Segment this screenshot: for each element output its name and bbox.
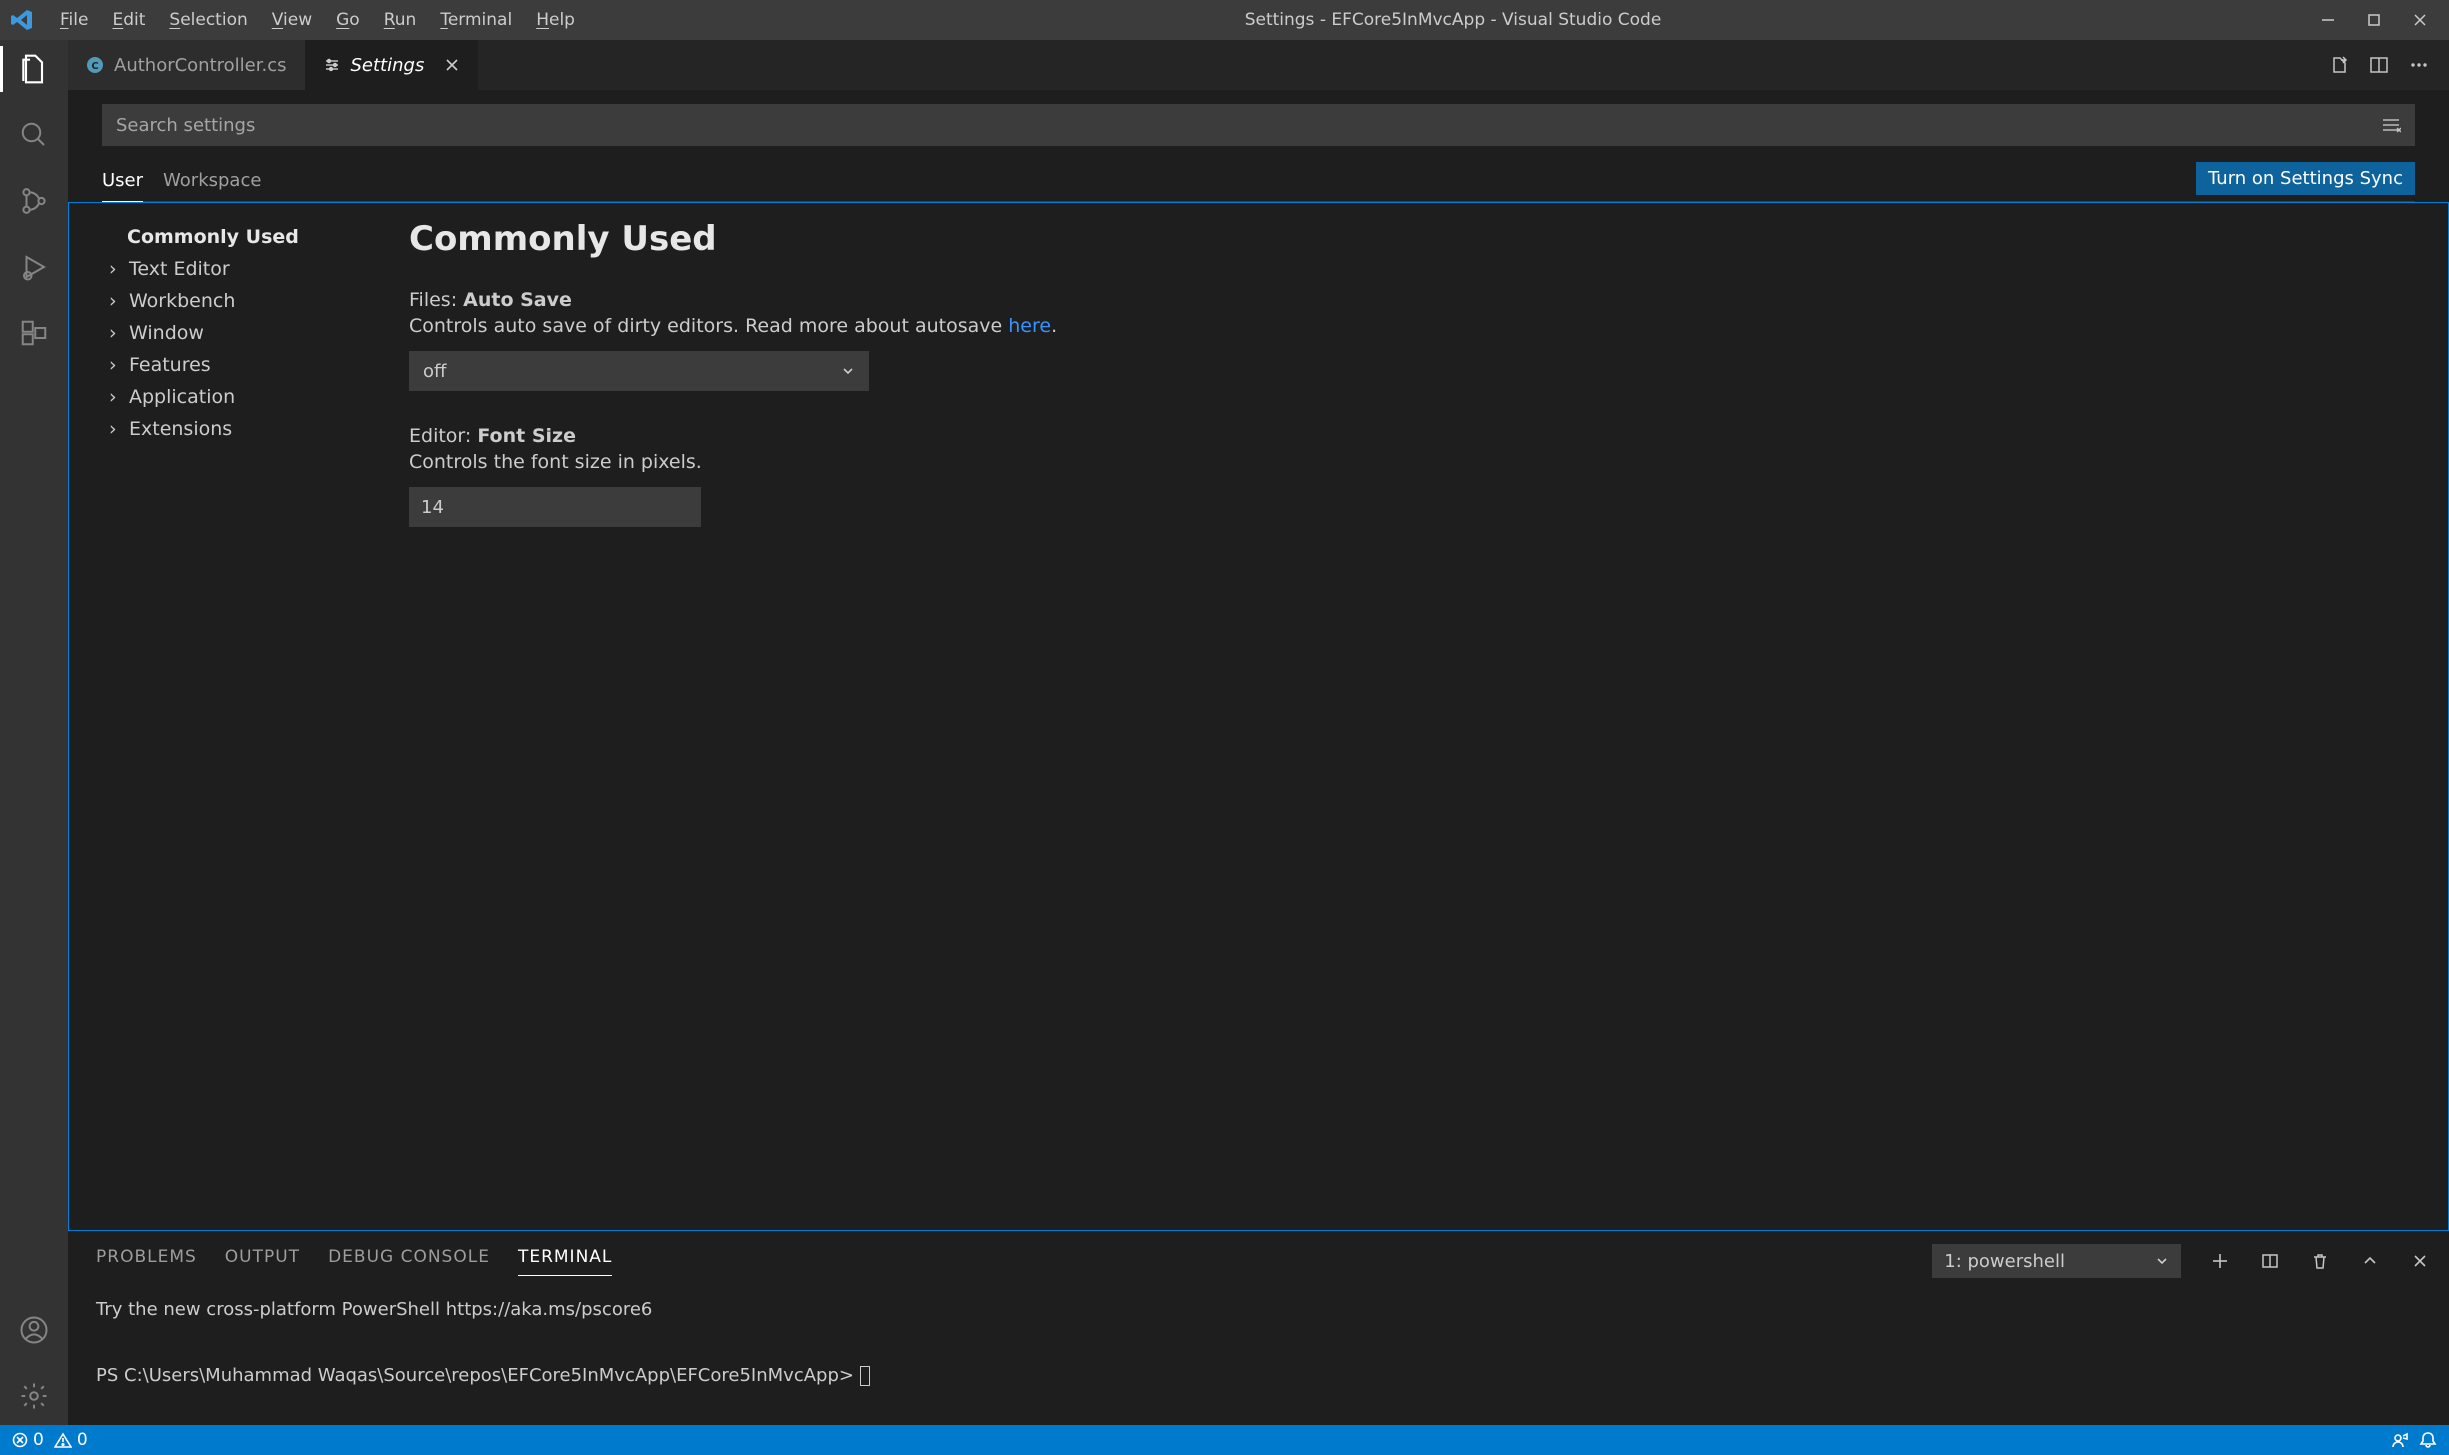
activity-explorer-icon[interactable] <box>17 52 51 86</box>
editor-tabs: C AuthorController.cs Settings <box>68 40 2449 90</box>
activity-extensions-icon[interactable] <box>17 316 51 350</box>
menu-edit[interactable]: Edit <box>100 10 157 30</box>
settings-body: Commonly Used ›Text Editor ›Workbench ›W… <box>68 202 2449 1231</box>
chevron-right-icon: › <box>109 322 123 344</box>
tree-commonly-used[interactable]: Commonly Used <box>105 221 377 253</box>
vscode-logo-icon <box>8 6 36 34</box>
terminal-cursor <box>860 1366 870 1386</box>
window-maximize-icon[interactable] <box>2365 11 2383 29</box>
setting-title: Files: Auto Save <box>409 289 1309 311</box>
window-title: Settings - EFCore5InMvcApp - Visual Stud… <box>587 10 2319 30</box>
activity-bar <box>0 40 68 1425</box>
font-size-input[interactable] <box>409 487 701 527</box>
setting-title: Editor: Font Size <box>409 425 1309 447</box>
settings-section-heading: Commonly Used <box>409 219 2428 259</box>
svg-text:C: C <box>91 61 98 72</box>
status-errors[interactable]: 0 <box>12 1430 44 1450</box>
setting-description: Controls the font size in pixels. <box>409 451 1309 473</box>
terminal-select-value: 1: powershell <box>1944 1251 2065 1272</box>
activity-accounts-icon[interactable] <box>17 1313 51 1347</box>
chevron-right-icon: › <box>109 386 123 408</box>
chevron-right-icon: › <box>109 354 123 376</box>
terminal-select[interactable]: 1: powershell <box>1932 1244 2181 1278</box>
panel-output-tab[interactable]: OUTPUT <box>225 1247 300 1275</box>
setting-files-auto-save: Files: Auto Save Controls auto save of d… <box>409 289 1309 391</box>
chevron-right-icon: › <box>109 418 123 440</box>
menu-help[interactable]: Help <box>524 10 587 30</box>
more-actions-icon[interactable] <box>2409 55 2429 75</box>
status-feedback-icon[interactable] <box>2391 1431 2409 1449</box>
scope-workspace-tab[interactable]: Workspace <box>163 168 261 201</box>
chevron-right-icon: › <box>109 290 123 312</box>
activity-search-icon[interactable] <box>17 118 51 152</box>
title-bar: File Edit Selection View Go Run Terminal… <box>0 0 2449 40</box>
status-bell-icon[interactable] <box>2419 1431 2437 1449</box>
chevron-up-icon[interactable] <box>2359 1250 2381 1272</box>
trash-icon[interactable] <box>2309 1250 2331 1272</box>
scope-user-tab[interactable]: User <box>102 168 143 202</box>
window-close-icon[interactable] <box>2411 11 2429 29</box>
close-tab-icon[interactable] <box>444 57 460 73</box>
tree-application[interactable]: ›Application <box>105 381 377 413</box>
activity-run-debug-icon[interactable] <box>17 250 51 284</box>
terminal-output[interactable]: Try the new cross-platform PowerShell ht… <box>68 1278 2449 1409</box>
activity-settings-icon[interactable] <box>17 1379 51 1413</box>
settings-search-input[interactable] <box>116 115 2381 136</box>
tree-features[interactable]: ›Features <box>105 349 377 381</box>
menu-run[interactable]: Run <box>372 10 429 30</box>
settings-tab-icon <box>323 56 341 74</box>
split-terminal-icon[interactable] <box>2259 1250 2281 1272</box>
split-editor-icon[interactable] <box>2369 55 2389 75</box>
tab-settings[interactable]: Settings <box>305 40 479 90</box>
activity-source-control-icon[interactable] <box>17 184 51 218</box>
autosave-doc-link[interactable]: here <box>1008 315 1051 337</box>
menu-selection[interactable]: Selection <box>157 10 259 30</box>
menu-file[interactable]: File <box>48 10 100 30</box>
tree-extensions[interactable]: ›Extensions <box>105 413 377 445</box>
chevron-down-icon <box>2155 1254 2169 1268</box>
panel: PROBLEMS OUTPUT DEBUG CONSOLE TERMINAL 1… <box>68 1231 2449 1425</box>
settings-list: Commonly Used Files: Auto Save Controls … <box>389 203 2448 1230</box>
panel-problems-tab[interactable]: PROBLEMS <box>96 1247 197 1275</box>
chevron-down-icon <box>841 364 855 378</box>
status-warnings[interactable]: 0 <box>54 1430 88 1450</box>
tree-window[interactable]: ›Window <box>105 317 377 349</box>
panel-terminal-tab[interactable]: TERMINAL <box>518 1247 612 1276</box>
tree-text-editor[interactable]: ›Text Editor <box>105 253 377 285</box>
menu-go[interactable]: Go <box>324 10 372 30</box>
filter-icon[interactable] <box>2381 117 2401 133</box>
window-minimize-icon[interactable] <box>2319 11 2337 29</box>
settings-header: User Workspace Turn on Settings Sync <box>68 90 2449 202</box>
tab-label: AuthorController.cs <box>114 55 287 76</box>
tree-workbench[interactable]: ›Workbench <box>105 285 377 317</box>
menu-terminal[interactable]: Terminal <box>428 10 524 30</box>
tab-label: Settings <box>351 55 425 76</box>
settings-sync-button[interactable]: Turn on Settings Sync <box>2196 162 2415 195</box>
setting-description: Controls auto save of dirty editors. Rea… <box>409 315 1309 337</box>
chevron-right-icon: › <box>109 258 123 280</box>
setting-editor-font-size: Editor: Font Size Controls the font size… <box>409 425 1309 527</box>
menu-bar: File Edit Selection View Go Run Terminal… <box>48 10 587 30</box>
settings-tree: Commonly Used ›Text Editor ›Workbench ›W… <box>69 203 389 1230</box>
menu-view[interactable]: View <box>260 10 324 30</box>
csharp-file-icon: C <box>86 56 104 74</box>
select-value: off <box>423 361 446 382</box>
settings-search[interactable] <box>102 104 2415 146</box>
status-bar: 0 0 <box>0 1425 2449 1455</box>
tab-author-controller[interactable]: C AuthorController.cs <box>68 40 305 90</box>
open-changes-icon[interactable] <box>2329 55 2349 75</box>
close-panel-icon[interactable] <box>2409 1250 2431 1272</box>
panel-debug-console-tab[interactable]: DEBUG CONSOLE <box>328 1247 490 1275</box>
new-terminal-icon[interactable] <box>2209 1250 2231 1272</box>
auto-save-select[interactable]: off <box>409 351 869 391</box>
